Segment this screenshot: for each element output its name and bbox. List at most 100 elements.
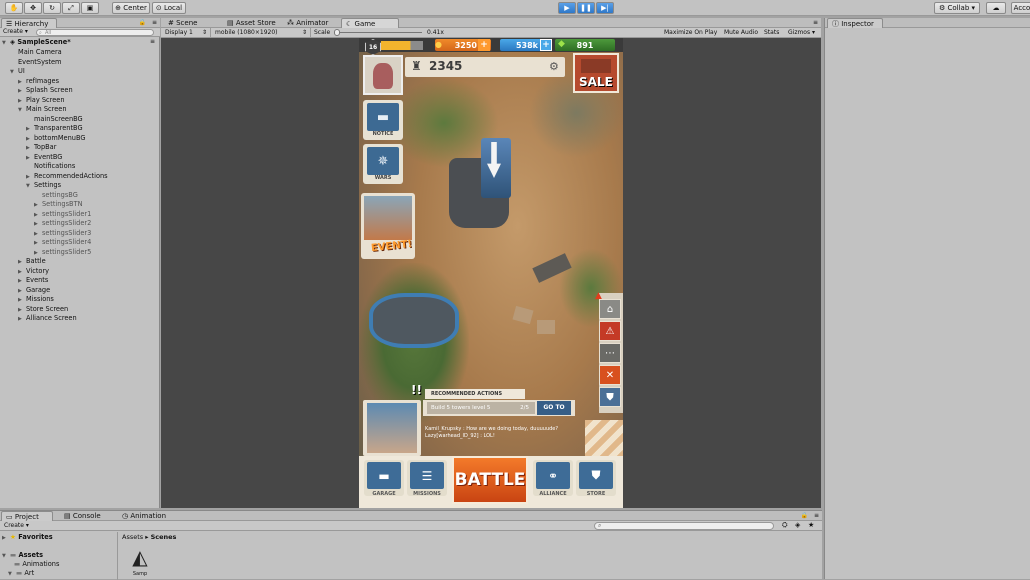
stats-toggle[interactable]: Stats — [764, 28, 779, 37]
alliance-button[interactable]: ⚭ ALLIANCE — [533, 460, 573, 497]
hierarchy-item[interactable]: ▶ Alliance Screen — [18, 314, 77, 323]
project-create-button[interactable]: Create ▾ — [4, 522, 29, 529]
add-gems-icon[interactable]: + — [540, 39, 552, 51]
mute-audio-toggle[interactable]: Mute Audio — [724, 28, 758, 37]
tab-inspector[interactable]: ⓘ Inspector — [827, 18, 883, 28]
pivot-center-toggle[interactable]: ⊕ Center — [112, 2, 150, 14]
hierarchy-item[interactable]: ▶ SettingsBTN — [34, 200, 83, 209]
scale-slider[interactable] — [334, 32, 422, 33]
base-building[interactable] — [369, 293, 459, 348]
account-dropdown[interactable]: Acco — [1011, 2, 1030, 14]
hierarchy-item[interactable]: ▶ Store Screen — [18, 305, 68, 314]
hierarchy-item[interactable]: ▶ Events — [18, 276, 48, 285]
favorites-item[interactable]: ▶ ★ Favorites — [2, 533, 53, 542]
filter-type-icon[interactable]: ⛭ — [782, 521, 788, 530]
play-button[interactable]: ▶ — [558, 2, 576, 14]
hierarchy-item[interactable]: ▶ Missions — [18, 295, 54, 304]
sale-button[interactable]: SALE — [573, 53, 619, 93]
hierarchy-item[interactable]: ▶ EventBG — [26, 153, 62, 162]
center-panel-menu-icon[interactable]: ≡ — [813, 19, 818, 26]
hierarchy-item[interactable]: ▶ RecommendedActions — [26, 172, 108, 181]
hierarchy-item[interactable]: ▶ settingsSlider4 — [34, 238, 91, 247]
filter-label-icon[interactable]: ◈ — [795, 521, 800, 529]
lock-icon[interactable]: 🔒 — [139, 19, 146, 26]
hierarchy-item[interactable]: Main Camera — [10, 48, 62, 57]
step-button[interactable]: ▶| — [596, 2, 614, 14]
upgrade-icon[interactable]: ⌂ — [599, 299, 621, 319]
hierarchy-item[interactable]: ▶ settingsSlider3 — [34, 229, 91, 238]
hierarchy-item[interactable]: mainScreenBG — [26, 115, 83, 124]
cloud-button[interactable]: ☁ — [986, 2, 1006, 14]
goto-button[interactable]: GO TO — [537, 401, 571, 415]
tab-project[interactable]: ▭ Project — [1, 511, 53, 521]
breadcrumb-scenes[interactable]: Scenes — [151, 533, 177, 541]
breadcrumb-assets[interactable]: Assets — [122, 533, 143, 541]
hierarchy-search-input[interactable]: ⌕ All — [36, 29, 154, 36]
event-button[interactable]: EVENT! — [361, 193, 415, 259]
hierarchy-item[interactable]: settingsBG — [34, 191, 78, 200]
tab-animator[interactable]: ⁂ Animator — [283, 18, 335, 28]
tab-animation[interactable]: ◷ Animation — [118, 511, 174, 521]
hierarchy-item[interactable]: ▼ Settings — [26, 181, 61, 190]
tab-console[interactable]: ▤ Console — [60, 511, 110, 521]
missions-button[interactable]: ☰ MISSIONS — [407, 460, 447, 497]
hierarchy-item[interactable]: EventSystem — [10, 58, 61, 67]
battle-button[interactable]: BATTLE — [452, 456, 528, 504]
panel-menu-icon[interactable]: ≡ — [814, 512, 819, 519]
lock-icon[interactable]: 🔒 — [801, 512, 808, 519]
move-tool-button[interactable]: ✥ — [24, 2, 42, 14]
avatar[interactable] — [363, 55, 403, 95]
pause-button[interactable]: ❚❚ — [577, 2, 595, 14]
hierarchy-item[interactable]: ▶ refImages — [18, 77, 59, 86]
maximize-on-play-toggle[interactable]: Maximize On Play — [664, 28, 717, 37]
rotate-tool-button[interactable]: ↻ — [43, 2, 61, 14]
scene-menu-icon[interactable]: ≡ — [150, 38, 155, 45]
hierarchy-item[interactable]: ▶ bottomMenuBG — [26, 134, 85, 143]
hierarchy-item[interactable]: ▶ Garage — [18, 286, 50, 295]
hierarchy-item[interactable]: ▶ settingsSlider5 — [34, 248, 91, 257]
scale-tool-button[interactable]: ⤢ — [62, 2, 80, 14]
notice-button[interactable]: ▬ NOTICE — [363, 100, 403, 140]
assets-item[interactable]: ▼ ▬ Assets — [2, 551, 43, 560]
hierarchy-item[interactable]: ▶ Battle — [18, 257, 46, 266]
collab-dropdown[interactable]: ⚙ Collab ▾ — [934, 2, 980, 14]
hand-tool-button[interactable]: ✋ — [5, 2, 23, 14]
hierarchy-item[interactable]: ▶ settingsSlider2 — [34, 219, 91, 228]
more-icon[interactable]: ⋯ — [599, 343, 621, 363]
scale-slider-handle[interactable] — [334, 29, 340, 36]
shield-icon[interactable]: ⛊ — [599, 387, 621, 407]
garage-button[interactable]: ▬ GARAGE — [364, 460, 404, 497]
hierarchy-item[interactable]: ▼ UI — [10, 67, 25, 76]
hierarchy-item[interactable]: ▼ Main Screen — [18, 105, 67, 114]
gizmos-dropdown[interactable]: Gizmos ▾ — [788, 28, 815, 37]
tab-asset-store[interactable]: ▤ Asset Store — [223, 18, 281, 28]
resolution-dropdown[interactable]: mobile (1080×1920) ⇕ — [215, 28, 311, 37]
tab-hierarchy[interactable]: ☰ Hierarchy — [1, 18, 57, 28]
hierarchy-create-button[interactable]: Create ▾ — [3, 28, 28, 35]
hierarchy-item[interactable]: ▶ Play Screen — [18, 96, 65, 105]
rect-tool-button[interactable]: ▣ — [81, 2, 99, 14]
hierarchy-item[interactable]: ▶ Victory — [18, 267, 49, 276]
trophy-bar[interactable]: ♜ 2345 ⚙ — [405, 57, 565, 77]
favorite-star-icon[interactable]: ★ — [808, 521, 814, 529]
wars-button[interactable]: ✵ WARS — [363, 144, 403, 184]
hierarchy-item[interactable]: ▶ TopBar — [26, 143, 56, 152]
crossed-swords-icon[interactable]: ✕ — [599, 365, 621, 385]
settings-gear-icon[interactable]: ⚙ — [549, 60, 559, 73]
scene-asset[interactable]: ◭ Samp — [128, 545, 152, 580]
hierarchy-item[interactable]: ▶ Splash Screen — [18, 86, 73, 95]
chat-box[interactable]: Kamil_Krupsky : How are we doing today, … — [421, 426, 601, 452]
hierarchy-item[interactable]: Notifications — [26, 162, 75, 171]
art-folder[interactable]: ▼ ▬ Art — [8, 569, 34, 578]
display-dropdown[interactable]: Display 1 ⇕ — [165, 28, 211, 37]
add-coins-icon[interactable]: + — [478, 39, 490, 51]
hierarchy-item[interactable]: ▶ settingsSlider1 — [34, 210, 91, 219]
store-button[interactable]: ⛊ STORE — [576, 460, 616, 497]
scene-root[interactable]: ▼ ◈ SampleScene* — [2, 38, 71, 47]
tab-game[interactable]: ☾ Game — [341, 18, 399, 28]
animations-folder[interactable]: ▬ Animations — [14, 560, 59, 569]
project-search-input[interactable]: ⌕ — [594, 522, 774, 530]
tab-scene[interactable]: # Scene — [164, 18, 220, 28]
panel-menu-icon[interactable]: ≡ — [152, 19, 157, 26]
hierarchy-item[interactable]: ▶ TransparentBG — [26, 124, 83, 133]
